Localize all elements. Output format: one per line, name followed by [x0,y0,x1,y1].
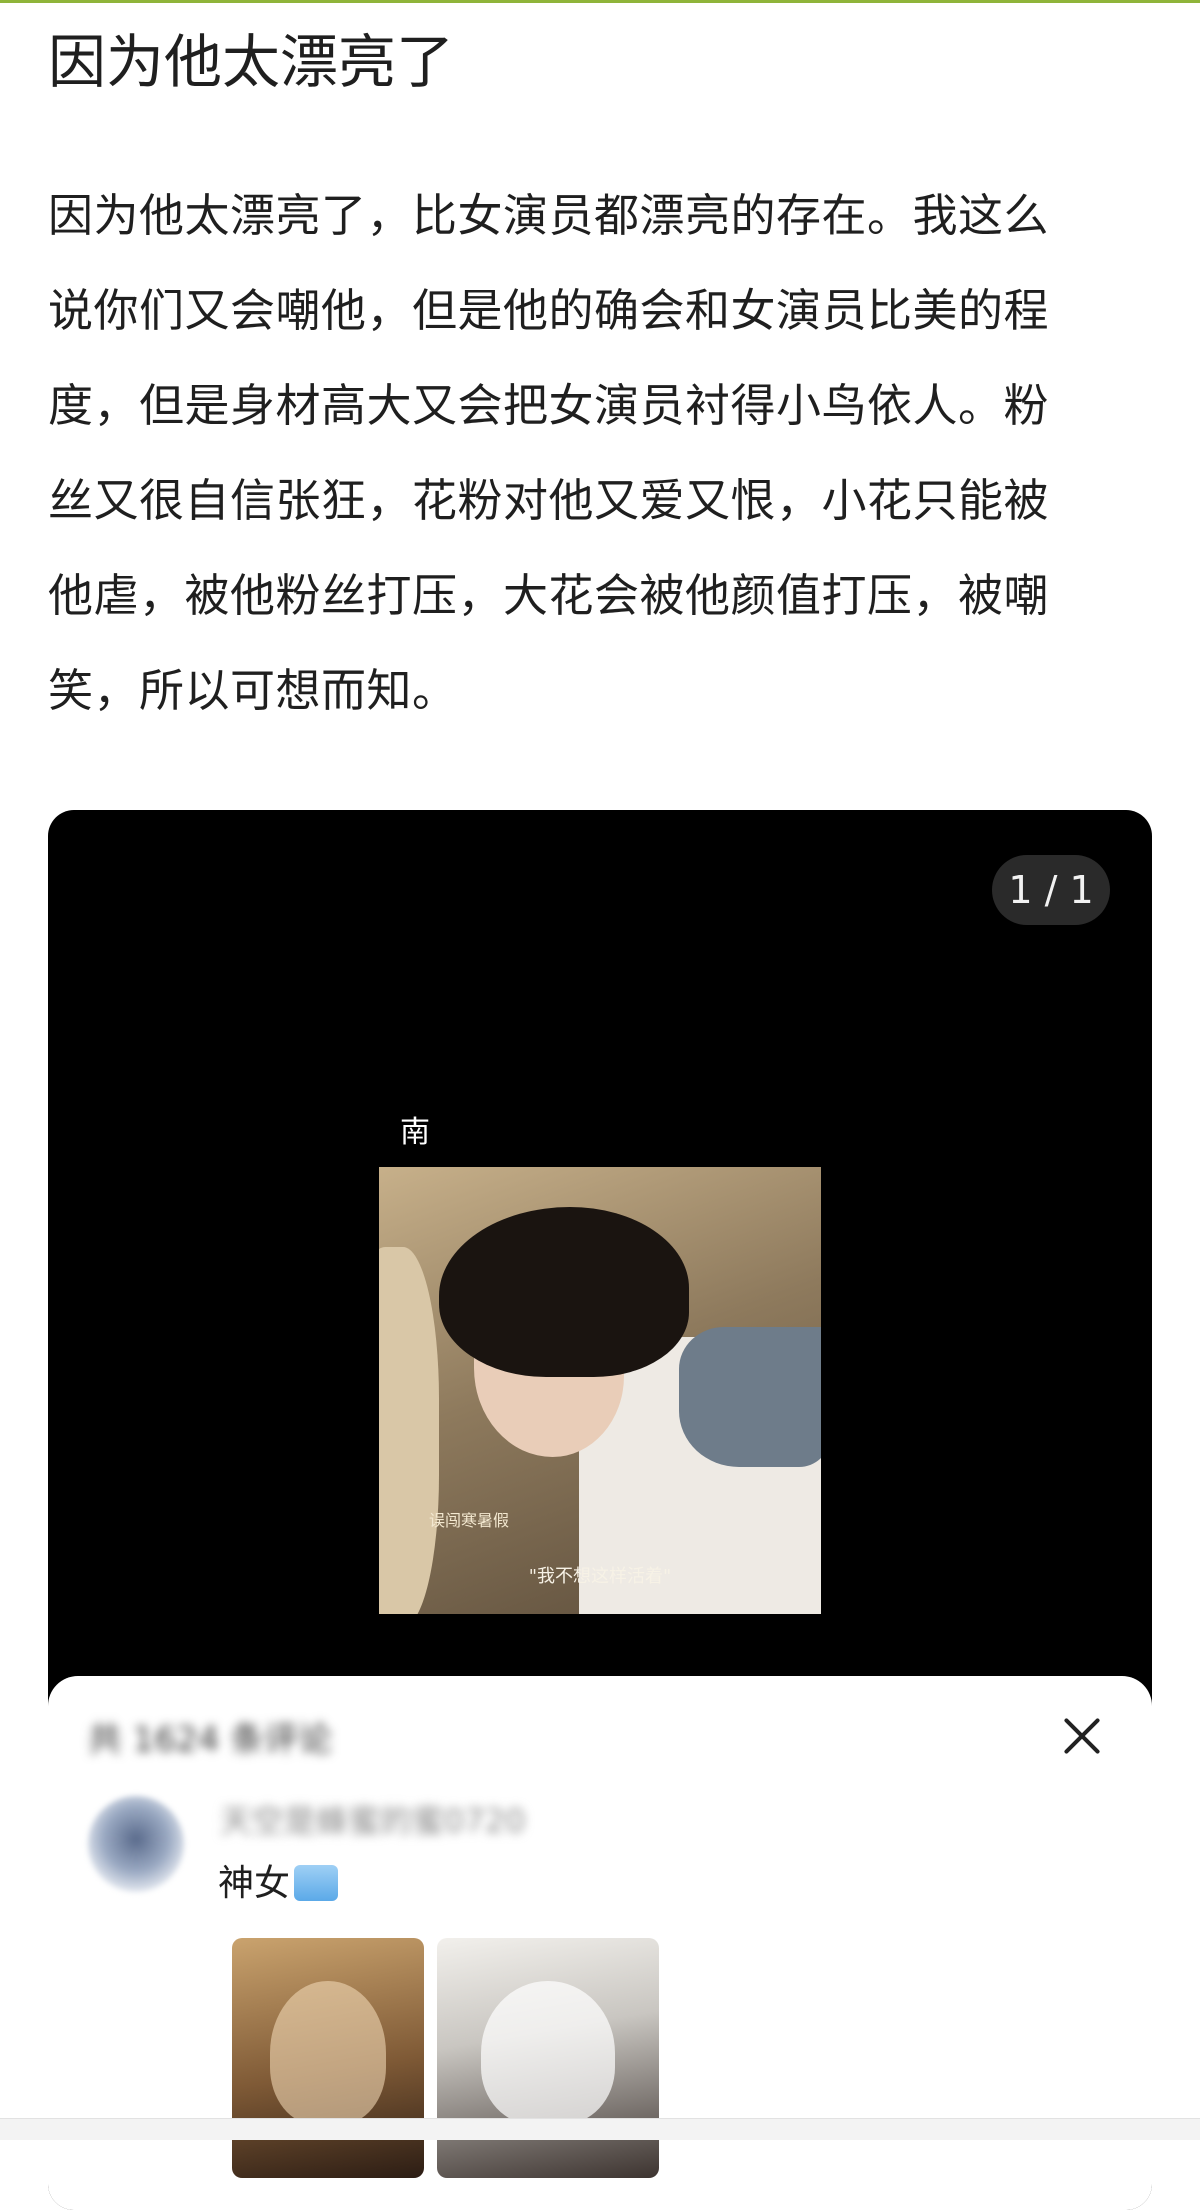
crying-emoji-icon [294,1865,339,1901]
post-body-line: 因为他太漂亮了，比女演员都漂亮的存在。我这么 [48,189,1050,242]
media-viewer[interactable]: 1 / 1 南 误闯寒暑假 "我不想这样活着" 共 1624 条评论 天空是蜂蜜… [48,810,1152,2210]
post-body-line: 度，但是身材高大又会把女演员衬得小鸟依人。粉 [48,379,1050,432]
veil-shape [481,1981,615,2126]
post-body: 因为他太漂亮了，比女演员都漂亮的存在。我这么 说你们又会嘲他，但是他的确会和女演… [48,168,1168,738]
comment-text-content: 神女 [218,1863,291,1904]
video-subtitle-tag: 误闯寒暑假 [429,1511,510,1530]
comment-username[interactable]: 天空是蜂蜜的蜜0720 [220,1796,525,1842]
image-page-counter: 1 / 1 [992,855,1110,925]
show-logo: 南 [400,1118,444,1148]
post-body-line: 笑，所以可想而知。 [48,664,458,717]
hair-shape [439,1207,689,1377]
comment-text: 神女 [218,1854,339,1906]
post-body-line: 说你们又会嘲他，但是他的确会和女演员比美的程 [48,284,1050,337]
vest-shape [679,1327,821,1467]
show-logo-text: 南 [400,1115,430,1150]
post-body-line: 丝又很自信张狂，花粉对他又爱又恨，小花只能被 [48,474,1050,527]
post-body-line: 他虐，被他粉丝打压，大花会被他颜值打压，被嘲 [48,569,1050,622]
veil-shape [270,1981,386,2126]
comment-count-header[interactable]: 共 1624 条评论 [88,1712,332,1761]
video-subtitle-quote: "我不想这样活着" [528,1566,672,1587]
top-accent-bar [0,0,1200,3]
bottom-bar [0,2118,1200,2140]
comment-image-thumbnail[interactable] [232,1938,424,2178]
comment-image-thumbnail[interactable] [437,1938,659,2178]
background-figure [379,1247,439,1614]
close-icon[interactable] [1060,1714,1104,1758]
post-title: 因为他太漂亮了 [48,28,455,96]
avatar[interactable] [88,1796,184,1892]
video-still-image[interactable]: 误闯寒暑假 "我不想这样活着" [379,1167,821,1614]
